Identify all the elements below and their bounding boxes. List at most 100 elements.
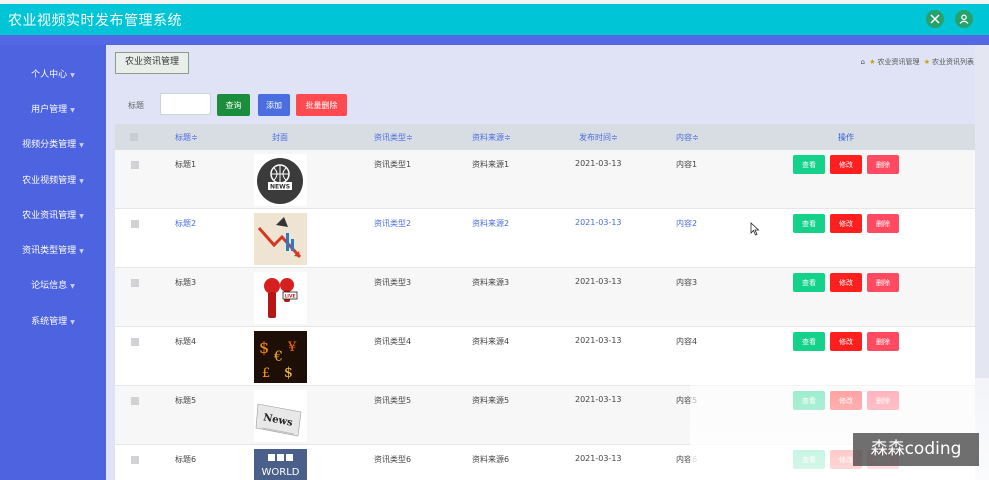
- sidebar-item-user-management[interactable]: 用户管理 ▼: [0, 102, 106, 115]
- title-search-input[interactable]: [160, 93, 211, 115]
- cell-content: 内容1: [676, 160, 698, 169]
- table-header: 标题≑ 封面 资讯类型≑ 资料来源≑ 发布时间≑ 内容≑ 操作: [115, 124, 980, 150]
- cell-title: 标题6: [175, 455, 197, 464]
- row-checkbox[interactable]: [131, 456, 139, 464]
- sidebar-item-video-category[interactable]: 视频分类管理 ▼: [0, 137, 106, 150]
- user-icon[interactable]: [955, 10, 973, 28]
- cell-date: 2021-03-13: [575, 454, 622, 463]
- page-tab[interactable]: 农业资讯管理: [115, 52, 189, 74]
- chevron-down-icon: ▼: [79, 213, 84, 220]
- cell-title: 标题1: [175, 160, 197, 169]
- query-button[interactable]: 查询: [217, 94, 250, 116]
- chart-arrow-image: [254, 213, 307, 265]
- add-button[interactable]: 添加: [258, 94, 290, 116]
- breadcrumb-item[interactable]: 农业资讯管理: [877, 58, 919, 66]
- edit-button[interactable]: 修改: [830, 214, 862, 233]
- delete-button[interactable]: 删除: [867, 155, 899, 174]
- row-checkbox[interactable]: [131, 220, 139, 228]
- cell-title: 标题4: [175, 337, 197, 346]
- live-microphone-image: LIVE: [254, 272, 307, 324]
- sidebar-item-system[interactable]: 系统管理 ▼: [0, 314, 106, 327]
- delete-button[interactable]: 删除: [867, 273, 899, 292]
- svg-text:€: €: [273, 349, 283, 365]
- row-checkbox[interactable]: [131, 279, 139, 287]
- chevron-down-icon: ▼: [79, 248, 84, 255]
- table-row: 标题3 LIVE 资讯类型3 资料来源3 2021-03-13 内容3 查看 修…: [115, 268, 980, 327]
- cell-source: 资料来源2: [472, 219, 510, 228]
- row-checkbox[interactable]: [131, 338, 139, 346]
- breadcrumb: ⌂ ★ 农业资讯管理 ★ 农业资讯列表: [861, 57, 974, 67]
- sidebar-item-agri-news[interactable]: 农业资讯管理 ▼: [0, 208, 106, 221]
- cell-content: 内容4: [676, 337, 698, 346]
- top-bar: 农业视频实时发布管理系统: [0, 4, 989, 35]
- currency-symbols-image: $ € ¥ £ $: [254, 331, 307, 383]
- mouse-cursor-icon: [750, 222, 760, 236]
- breadcrumb-item: 农业资讯列表: [932, 58, 974, 66]
- cell-title: 标题2: [175, 219, 197, 228]
- cell-date: 2021-03-13: [575, 277, 622, 286]
- row-checkbox[interactable]: [131, 161, 139, 169]
- sidebar-item-forum[interactable]: 论坛信息 ▼: [0, 278, 106, 291]
- newspaper-image: News: [254, 390, 307, 442]
- chevron-down-icon: ▼: [70, 283, 75, 290]
- fullscreen-icon[interactable]: [926, 10, 944, 28]
- edit-button[interactable]: 修改: [830, 332, 862, 351]
- svg-text:NEWS: NEWS: [270, 184, 290, 191]
- search-label: 标题: [128, 101, 144, 110]
- header-type[interactable]: 资讯类型≑: [374, 132, 413, 143]
- cell-date: 2021-03-13: [575, 218, 622, 227]
- chevron-down-icon: ▼: [70, 107, 75, 114]
- cell-type: 资讯类型4: [374, 337, 412, 346]
- cell-date: 2021-03-13: [575, 159, 622, 168]
- cell-content: 内容3: [676, 278, 698, 287]
- watermark: 森森coding: [853, 433, 979, 466]
- cell-source: 资料来源1: [472, 160, 510, 169]
- cell-source: 资料来源5: [472, 396, 510, 405]
- view-button[interactable]: 查看: [793, 332, 825, 351]
- news-globe-image: NEWS: [254, 154, 307, 206]
- sidebar-item-agri-video[interactable]: 农业视频管理 ▼: [0, 173, 106, 186]
- cell-source: 资料来源3: [472, 278, 510, 287]
- delete-button[interactable]: 删除: [867, 332, 899, 351]
- svg-text:£: £: [262, 366, 270, 381]
- row-checkbox[interactable]: [131, 397, 139, 405]
- header-cover: 封面: [272, 133, 288, 142]
- cell-source: 资料来源6: [472, 455, 510, 464]
- chevron-down-icon: ▼: [70, 319, 75, 326]
- bbc-world-image: WORLD: [254, 449, 307, 480]
- table-row: 标题2 资讯类型2 资料来源2 2021-03-13 内容2 查看 修改 删除: [115, 209, 980, 268]
- cell-type: 资讯类型3: [374, 278, 412, 287]
- view-button[interactable]: 查看: [793, 155, 825, 174]
- view-button[interactable]: 查看: [793, 273, 825, 292]
- sidebar: 个人中心 ▼ 用户管理 ▼ 视频分类管理 ▼ 农业视频管理 ▼ 农业资讯管理 ▼ 资讯类型…: [0, 45, 106, 480]
- svg-text:WORLD: WORLD: [262, 467, 300, 478]
- home-icon[interactable]: ⌂: [861, 58, 865, 66]
- edit-button[interactable]: 修改: [830, 273, 862, 292]
- cell-source: 资料来源4: [472, 337, 510, 346]
- star-icon: ★: [923, 58, 930, 66]
- batch-delete-button[interactable]: 批量删除: [296, 94, 347, 116]
- cell-title: 标题5: [175, 396, 197, 405]
- chevron-down-icon: ▼: [79, 178, 84, 185]
- table-row: 标题1 NEWS 资讯类型1 资料来源1 2021-03-13 内容1 查看 修…: [115, 150, 980, 209]
- svg-text:$: $: [259, 338, 269, 357]
- cell-type: 资讯类型2: [374, 219, 412, 228]
- header-source[interactable]: 资料来源≑: [472, 132, 511, 143]
- sidebar-item-personal-center[interactable]: 个人中心 ▼: [0, 67, 106, 80]
- cell-type: 资讯类型1: [374, 160, 412, 169]
- cell-type: 资讯类型5: [374, 396, 412, 405]
- header-ops: 操作: [838, 133, 854, 142]
- header-date[interactable]: 发布时间≑: [579, 132, 618, 143]
- header-accent: [0, 35, 989, 45]
- cell-type: 资讯类型6: [374, 455, 412, 464]
- svg-text:¥: ¥: [287, 340, 297, 355]
- cell-title: 标题3: [175, 278, 197, 287]
- select-all-checkbox[interactable]: [130, 133, 138, 141]
- header-content[interactable]: 内容≑: [676, 132, 699, 143]
- view-button[interactable]: 查看: [793, 214, 825, 233]
- delete-button[interactable]: 删除: [867, 214, 899, 233]
- svg-text:$: $: [284, 365, 293, 381]
- sidebar-item-news-type[interactable]: 资讯类型管理 ▼: [0, 243, 106, 256]
- edit-button[interactable]: 修改: [830, 155, 862, 174]
- header-title[interactable]: 标题≑: [175, 132, 198, 143]
